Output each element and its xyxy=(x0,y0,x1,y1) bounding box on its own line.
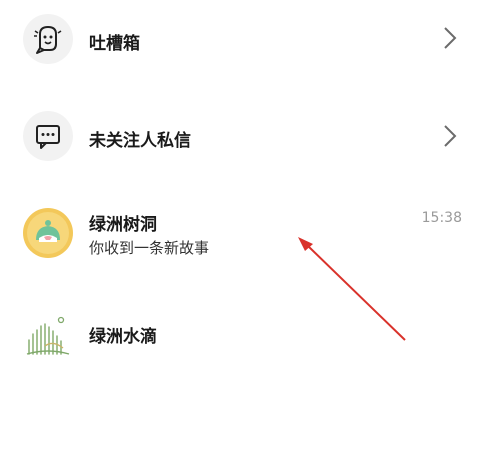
item-title: 未关注人私信 xyxy=(89,131,191,151)
item-subtitle: 你收到一条新故事 xyxy=(89,239,210,257)
item-title: 吐槽箱 xyxy=(89,34,140,54)
speech-bubble-ghost-icon xyxy=(23,14,73,64)
message-dots-icon xyxy=(23,111,73,161)
list-item-tree-hole[interactable]: 绿洲树洞 你收到一条新故事 15:38 xyxy=(0,188,485,276)
tree-hole-avatar xyxy=(23,208,73,258)
item-timestamp: 15:38 xyxy=(421,210,462,226)
chevron-right-icon xyxy=(444,125,457,147)
oasis-drop-logo xyxy=(23,310,73,360)
message-list-screen: 吐槽箱 未关注人私信 绿洲树洞 你收到一条新故事 15:38 绿洲水滴 xyxy=(0,0,485,458)
list-item-unfollowed-messages[interactable]: 未关注人私信 xyxy=(0,91,485,179)
item-title: 绿洲树洞 xyxy=(89,215,157,235)
chevron-right-icon xyxy=(444,27,457,49)
item-title: 绿洲水滴 xyxy=(89,327,157,347)
list-item-oasis-drop[interactable]: 绿洲水滴 xyxy=(0,292,485,380)
list-item-complaint-box[interactable]: 吐槽箱 xyxy=(0,0,485,83)
